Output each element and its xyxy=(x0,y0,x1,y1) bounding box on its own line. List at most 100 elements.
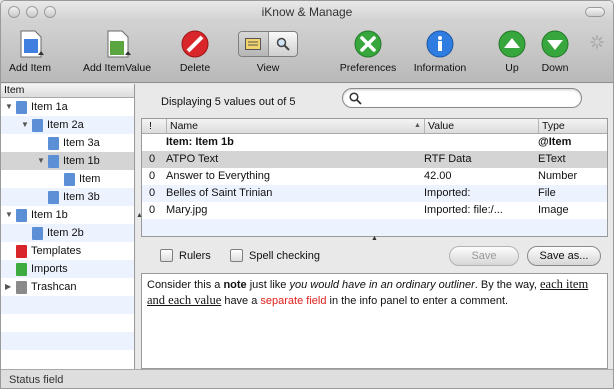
up-label: Up xyxy=(505,62,519,74)
toolbar: Add Item Add ItemValue Delete View Prefe… xyxy=(1,23,613,83)
checkbox-box[interactable] xyxy=(160,249,173,262)
up-button[interactable]: Up xyxy=(497,29,527,74)
note-editor[interactable]: Consider this a note just like you would… xyxy=(141,273,608,369)
detail-panel: Displaying 5 values out of 5 ! Name ▲ Va… xyxy=(136,84,613,369)
tree-item-label: Trashcan xyxy=(31,281,77,293)
note-text: just like xyxy=(246,279,290,291)
tree-item-trashcan[interactable]: ▶ Trashcan xyxy=(1,278,134,296)
note-toolbar: Rulers Spell checking Save Save as... xyxy=(136,243,613,269)
column-header-type[interactable]: Type xyxy=(538,119,606,133)
add-item-button[interactable]: Add Item xyxy=(5,29,55,74)
tree-item-imports[interactable]: Imports xyxy=(1,260,134,278)
add-item-value-icon xyxy=(107,30,131,58)
tree-item[interactable]: Item 3b xyxy=(1,188,134,206)
save-button[interactable]: Save xyxy=(449,246,519,266)
tree-item-label: Imports xyxy=(31,263,68,275)
cell-flag: 0 xyxy=(149,187,156,199)
down-label: Down xyxy=(541,62,569,74)
disclosure-open-icon[interactable]: ▼ xyxy=(21,116,29,134)
progress-spinner-icon xyxy=(590,35,604,49)
cell-type: Image xyxy=(538,204,569,216)
display-count-text: Displaying 5 values out of 5 xyxy=(161,96,296,108)
cell-flag: 0 xyxy=(149,204,156,216)
tree-empty-row xyxy=(1,314,134,332)
tree-item-label: Item 3b xyxy=(63,191,100,203)
toolbar-toggle-button[interactable] xyxy=(585,7,605,17)
tree-column-header[interactable]: Item xyxy=(1,84,134,98)
spell-checking-checkbox[interactable]: Spell checking xyxy=(230,249,320,262)
tree-item-label: Item 3a xyxy=(63,137,100,149)
view-segmented-control[interactable] xyxy=(238,31,298,57)
delete-label: Delete xyxy=(179,62,211,74)
preferences-button[interactable]: Preferences xyxy=(337,29,399,74)
add-item-value-button[interactable]: Add ItemValue xyxy=(75,29,159,74)
tree-item-label: Item 2a xyxy=(47,119,84,131)
tree-item[interactable]: Item 3a xyxy=(1,134,134,152)
cell-type: Number xyxy=(538,170,578,182)
table-row[interactable]: 0 Belles of Saint Trinian Imported: File xyxy=(142,185,607,202)
tree-item-templates[interactable]: Templates xyxy=(1,242,134,260)
preferences-label: Preferences xyxy=(339,62,397,74)
cell-flag: 0 xyxy=(149,153,156,165)
tree-item-label: Item 1b xyxy=(63,155,100,167)
disclosure-open-icon[interactable]: ▼ xyxy=(5,206,13,224)
delete-button[interactable]: Delete xyxy=(175,29,215,74)
tree-item[interactable]: ▼ Item 1b xyxy=(1,206,134,224)
disclosure-closed-icon[interactable]: ▶ xyxy=(5,278,11,296)
tree-item-label: Item 1a xyxy=(31,101,68,113)
table-row[interactable]: 0 Mary.jpg Imported: file:/... Image xyxy=(142,202,607,219)
tree-item[interactable]: Item xyxy=(1,170,134,188)
view-list-segment[interactable] xyxy=(239,32,269,56)
view-label: View xyxy=(256,62,280,74)
item-doc-icon xyxy=(48,191,59,204)
cell-type: @Item xyxy=(538,136,572,148)
column-header-value[interactable]: Value xyxy=(424,119,532,133)
table-row[interactable]: 0 Answer to Everything 42.00 Number xyxy=(142,168,607,185)
pane-splitter-icon[interactable]: ▲ xyxy=(371,235,378,242)
view-search-segment[interactable] xyxy=(269,32,298,56)
table-row-selected[interactable]: 0 ATPO Text RTF Data EText xyxy=(142,151,607,168)
list-view-icon xyxy=(245,38,262,50)
outline-tree[interactable]: Item ▼ Item 1a ▼ Item 2a Item 3a ▼ Item … xyxy=(1,84,135,369)
tree-empty-row xyxy=(1,350,134,368)
disclosure-open-icon[interactable]: ▼ xyxy=(5,98,13,116)
cell-name: Item: Item 1b xyxy=(166,136,234,148)
note-text: have a xyxy=(221,295,261,307)
note-text: . By the way, xyxy=(474,279,540,291)
magnifier-icon xyxy=(276,37,290,51)
table-row-item-header[interactable]: Item: Item 1b @Item xyxy=(142,134,607,151)
tree-item-selected[interactable]: ▼ Item 1b xyxy=(1,152,134,170)
cell-type: File xyxy=(538,187,556,199)
tree-item[interactable]: Item 2b xyxy=(1,224,134,242)
imports-icon xyxy=(16,263,27,276)
item-doc-icon xyxy=(64,173,75,186)
title-bar: iKnow & Manage xyxy=(1,1,613,23)
split-resize-handle-icon[interactable]: ▲ xyxy=(136,212,143,219)
table-empty-row xyxy=(142,219,607,236)
save-as-button[interactable]: Save as... xyxy=(527,246,601,266)
down-button[interactable]: Down xyxy=(537,29,573,74)
item-doc-icon xyxy=(32,227,43,240)
checkbox-box[interactable] xyxy=(230,249,243,262)
table-header: ! Name ▲ Value Type xyxy=(142,119,607,134)
search-icon xyxy=(349,92,362,105)
tree-empty-row xyxy=(1,332,134,350)
rulers-checkbox[interactable]: Rulers xyxy=(160,249,211,262)
note-text: in the info panel to enter a comment. xyxy=(326,295,509,307)
note-italic-text: you would have in an ordinary outliner xyxy=(289,279,475,291)
note-bold-text: note xyxy=(223,279,247,291)
view-button[interactable]: View xyxy=(233,29,303,74)
information-button[interactable]: Information xyxy=(405,29,475,74)
column-header-flag[interactable]: ! xyxy=(144,119,156,133)
column-header-name[interactable]: Name xyxy=(166,119,416,133)
cell-value: Imported: xyxy=(424,187,471,199)
search-field[interactable] xyxy=(342,88,582,108)
item-doc-icon xyxy=(32,119,43,132)
item-doc-icon xyxy=(16,101,27,114)
tree-item[interactable]: ▼ Item 1a xyxy=(1,98,134,116)
disclosure-open-icon[interactable]: ▼ xyxy=(37,152,45,170)
rulers-label: Rulers xyxy=(179,249,211,262)
cell-flag: 0 xyxy=(149,170,156,182)
tree-item[interactable]: ▼ Item 2a xyxy=(1,116,134,134)
values-table[interactable]: ! Name ▲ Value Type Item: Item 1b @Item … xyxy=(141,118,608,237)
